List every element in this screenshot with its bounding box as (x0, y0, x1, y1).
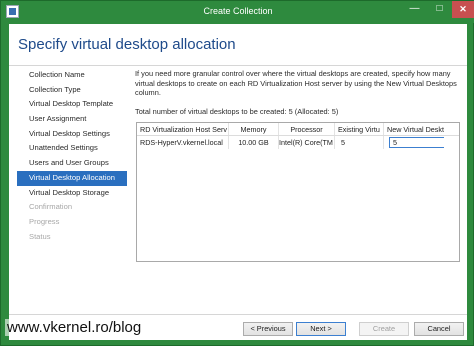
wizard-nav: Collection Name Collection Type Virtual … (17, 68, 127, 244)
title-divider (9, 65, 467, 66)
column-header-new[interactable]: New Virtual Deskt (384, 123, 444, 135)
nav-item-virtual-desktop-storage[interactable]: Virtual Desktop Storage (17, 186, 127, 201)
cell-existing: 5 (335, 136, 384, 149)
nav-item-collection-name[interactable]: Collection Name (17, 68, 127, 83)
host-allocation-grid: RD Virtualization Host Serv Memory Proce… (136, 122, 460, 262)
nav-item-collection-type[interactable]: Collection Type (17, 83, 127, 98)
grid-header: RD Virtualization Host Serv Memory Proce… (137, 123, 459, 136)
table-row[interactable]: RDS-HyperV.vkernel.local 10.00 GB Intel(… (137, 136, 459, 149)
allocation-panel: If you need more granular control over w… (135, 69, 460, 262)
nav-item-status: Status (29, 231, 51, 241)
close-button[interactable]: ✕ (452, 1, 474, 18)
new-desktops-input[interactable] (389, 137, 444, 148)
create-collection-window: Create Collection — □ ✕ Specify virtual … (0, 0, 474, 346)
nav-item-virtual-desktop-settings[interactable]: Virtual Desktop Settings (17, 127, 127, 142)
nav-item-unattended-settings[interactable]: Unattended Settings (17, 141, 127, 156)
cell-host: RDS-HyperV.vkernel.local (137, 136, 229, 149)
nav-item-user-assignment[interactable]: User Assignment (17, 112, 127, 127)
title-bar[interactable]: Create Collection — □ ✕ (1, 1, 474, 23)
nav-item-virtual-desktop-template[interactable]: Virtual Desktop Template (17, 97, 127, 112)
cell-memory: 10.00 GB (229, 136, 279, 149)
column-header-host[interactable]: RD Virtualization Host Serv (137, 123, 229, 135)
watermark: www.vkernel.ro/blog (5, 319, 144, 336)
nav-item-virtual-desktop-allocation[interactable]: Virtual Desktop Allocation (17, 170, 127, 186)
minimize-button[interactable]: — (402, 1, 427, 18)
cell-processor: Intel(R) Core(TM (279, 136, 335, 149)
cancel-button[interactable]: Cancel (414, 322, 464, 336)
create-button: Create (359, 322, 409, 336)
next-button[interactable]: Next > (296, 322, 346, 336)
column-header-processor[interactable]: Processor (279, 123, 335, 135)
previous-button[interactable]: < Previous (243, 322, 293, 336)
column-header-existing[interactable]: Existing Virtu (335, 123, 384, 135)
column-header-memory[interactable]: Memory (229, 123, 279, 135)
nav-item-confirmation: Confirmation (29, 202, 73, 212)
footer-divider (9, 314, 467, 315)
nav-item-progress: Progress (29, 216, 60, 226)
total-desktops-label: Total number of virtual desktops to be c… (135, 107, 339, 116)
maximize-button[interactable]: □ (427, 1, 452, 18)
cell-new (384, 136, 444, 149)
nav-item-users-and-groups[interactable]: Users and User Groups (17, 156, 127, 171)
page-title: Specify virtual desktop allocation (18, 36, 236, 53)
wizard-body: Specify virtual desktop allocation Colle… (9, 24, 467, 340)
allocation-description: If you need more granular control over w… (135, 69, 457, 97)
